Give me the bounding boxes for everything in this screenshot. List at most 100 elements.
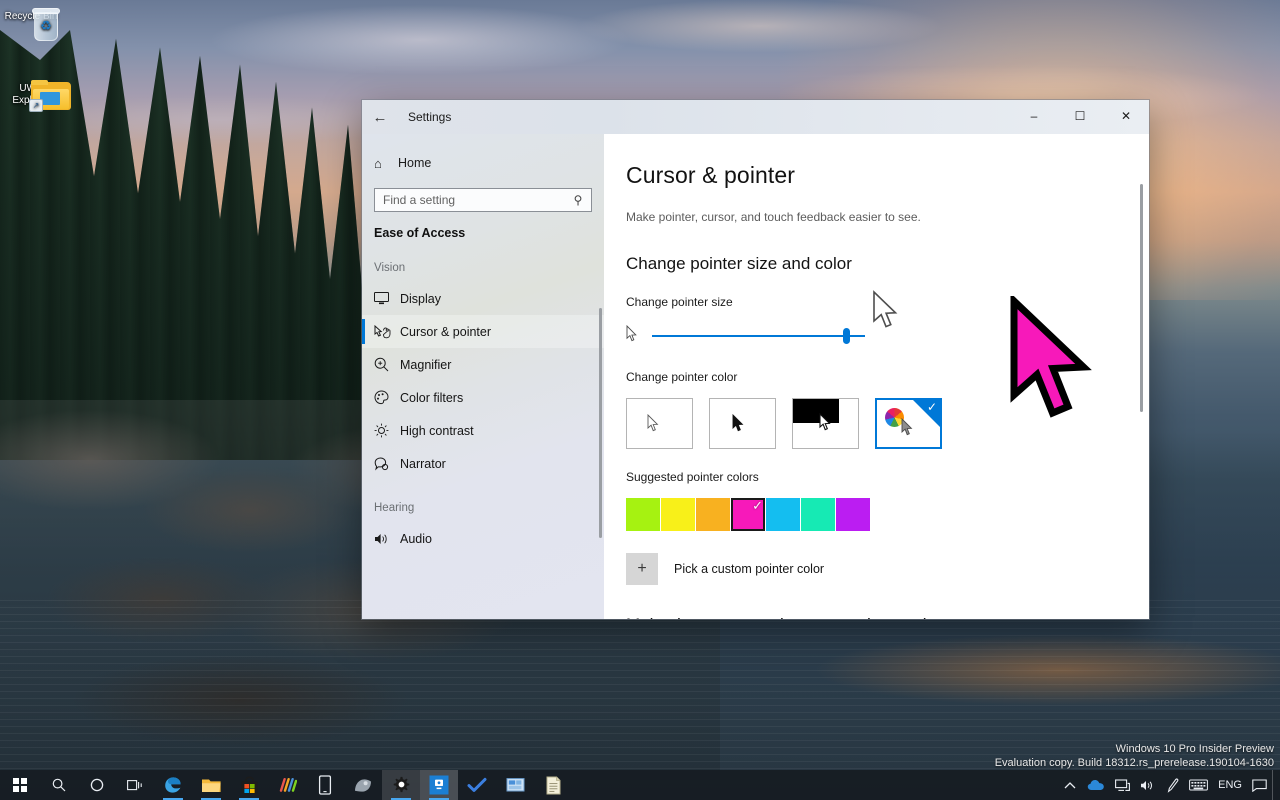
suggested-color-swatches[interactable]: ✓ — [626, 498, 1149, 531]
pointer-color-options[interactable]: ✓ — [626, 398, 1149, 449]
sidebar-item-color-filters[interactable]: Color filters — [362, 381, 604, 414]
color-swatch[interactable] — [626, 498, 660, 531]
network-icon[interactable] — [1110, 770, 1135, 800]
sidebar-item-label: Display — [400, 292, 441, 306]
settings-window[interactable]: ← Settings – ☐ ✕ ⌂ Hom — [362, 100, 1149, 619]
close-button[interactable]: ✕ — [1103, 100, 1149, 132]
settings-sidebar[interactable]: ⌂ Home ⚲ Ease of Access Vision Di — [362, 134, 604, 619]
pointer-option-white[interactable] — [626, 398, 693, 449]
touch-keyboard-icon[interactable] — [1184, 770, 1213, 800]
pen-icon[interactable] — [1160, 770, 1184, 800]
file-explorer-icon[interactable] — [192, 770, 230, 800]
home-icon: ⌂ — [374, 156, 398, 171]
window-titlebar[interactable]: ← Settings – ☐ ✕ — [362, 100, 1149, 134]
volume-icon[interactable] — [1135, 770, 1160, 800]
sidebar-category-title: Ease of Access — [362, 212, 604, 240]
check-icon: ✓ — [752, 498, 763, 513]
settings-icon[interactable] — [382, 770, 420, 800]
slider-track — [652, 335, 865, 337]
color-swatch[interactable] — [661, 498, 695, 531]
maximize-icon: ☐ — [1075, 109, 1086, 123]
back-arrow-icon: ← — [373, 109, 388, 126]
show-hidden-icons[interactable] — [1058, 770, 1082, 800]
sidebar-item-home[interactable]: ⌂ Home — [362, 146, 604, 180]
sidebar-item-label: Narrator — [400, 457, 446, 471]
minimize-button[interactable]: – — [1011, 100, 1057, 132]
sidebar-item-label: Color filters — [400, 391, 463, 405]
search-box[interactable]: ⚲ — [374, 188, 592, 212]
taskbar[interactable]: ENG — [0, 770, 1280, 800]
notepad-icon[interactable] — [534, 770, 572, 800]
window-title: Settings — [408, 110, 451, 124]
sidebar-item-cursor-and-pointer[interactable]: Cursor & pointer — [362, 315, 604, 348]
action-center-icon[interactable] — [1247, 770, 1272, 800]
narrator-icon — [374, 456, 400, 471]
window-controls[interactable]: – ☐ ✕ — [1011, 100, 1149, 132]
desktop-icon-recycle-bin[interactable]: ♻ Recycle Bin — [2, 8, 60, 23]
edge-icon[interactable] — [154, 770, 192, 800]
sidebar-item-high-contrast[interactable]: High contrast — [362, 414, 604, 447]
sidebar-group-label-hearing: Hearing — [362, 480, 604, 522]
section-heading-cursor: Make the cursor easier to see when typin… — [626, 615, 1149, 619]
color-swatch[interactable]: ✓ — [731, 498, 765, 531]
windows-watermark: Windows 10 Pro Insider Preview Evaluatio… — [995, 742, 1274, 770]
remote-desktop-icon[interactable] — [496, 770, 534, 800]
task-view-icon[interactable] — [116, 770, 154, 800]
suggested-colors-label: Suggested pointer colors — [626, 470, 1149, 484]
desktop-icon-uwp-explorer[interactable]: ↗ UWP Explorer — [2, 80, 60, 107]
section-heading-pointer: Change pointer size and color — [626, 254, 1149, 274]
sidebar-item-audio[interactable]: Audio — [362, 522, 604, 555]
color-swatch[interactable] — [766, 498, 800, 531]
pointer-option-inverted[interactable] — [792, 398, 859, 449]
system-tray[interactable]: ENG — [1058, 770, 1280, 800]
cortana-icon[interactable] — [78, 770, 116, 800]
cursor-pointer-icon — [374, 325, 400, 339]
watermark-line-2: Evaluation copy. Build 18312.rs_prerelea… — [995, 756, 1274, 770]
search-input[interactable] — [375, 189, 591, 211]
sidebar-item-magnifier[interactable]: Magnifier — [362, 348, 604, 381]
sidebar-item-label: Cursor & pointer — [400, 325, 491, 339]
content-scrollbar[interactable] — [1140, 184, 1143, 412]
inverted-cursor-icon — [819, 413, 834, 432]
color-swatch[interactable] — [801, 498, 835, 531]
start-button[interactable] — [0, 770, 40, 800]
color-swatch[interactable] — [836, 498, 870, 531]
maximize-button[interactable]: ☐ — [1057, 100, 1103, 132]
language-indicator[interactable]: ENG — [1213, 770, 1247, 800]
show-desktop-button[interactable] — [1272, 770, 1278, 800]
pick-custom-color-row[interactable]: + Pick a custom pointer color — [626, 553, 1149, 585]
photos-icon[interactable] — [344, 770, 382, 800]
microsoft-store-icon[interactable] — [230, 770, 268, 800]
sidebar-item-label: Home — [398, 156, 431, 170]
pointer-size-slider-row[interactable] — [626, 323, 1149, 349]
sidebar-item-display[interactable]: Display — [362, 282, 604, 315]
slider-thumb[interactable] — [843, 328, 850, 344]
sidebar-scrollbar[interactable] — [599, 308, 602, 538]
plus-icon[interactable]: + — [626, 553, 658, 585]
pointer-option-custom-color[interactable]: ✓ — [875, 398, 942, 449]
desktop[interactable]: ♻ Recycle Bin ↗ UWP Explorer ← Settings — [0, 0, 1280, 800]
settings-content-pane[interactable]: Cursor & pointer Make pointer, cursor, a… — [604, 134, 1149, 619]
onedrive-icon[interactable] — [1082, 770, 1110, 800]
sidebar-item-label: High contrast — [400, 424, 474, 438]
monitor-icon — [374, 292, 400, 305]
pointer-option-black[interactable] — [709, 398, 776, 449]
speaker-icon — [374, 532, 400, 546]
settings-window-icon[interactable] — [420, 770, 458, 800]
paint-3d-icon[interactable] — [268, 770, 306, 800]
page-subtitle: Make pointer, cursor, and touch feedback… — [626, 210, 1149, 224]
pointer-size-slider[interactable] — [652, 326, 865, 346]
color-filters-icon — [374, 390, 400, 405]
sidebar-item-narrator[interactable]: Narrator — [362, 447, 604, 480]
minimize-icon: – — [1031, 109, 1038, 123]
sidebar-group-label-vision: Vision — [362, 240, 604, 282]
black-cursor-icon — [732, 414, 747, 433]
color-swatch[interactable] — [696, 498, 730, 531]
back-button[interactable]: ← — [362, 101, 398, 133]
todo-icon[interactable] — [458, 770, 496, 800]
white-cursor-icon — [647, 414, 662, 433]
search-icon[interactable] — [40, 770, 78, 800]
pointer-color-label: Change pointer color — [626, 370, 1149, 384]
page-title: Cursor & pointer — [626, 162, 1149, 189]
your-phone-icon[interactable] — [306, 770, 344, 800]
